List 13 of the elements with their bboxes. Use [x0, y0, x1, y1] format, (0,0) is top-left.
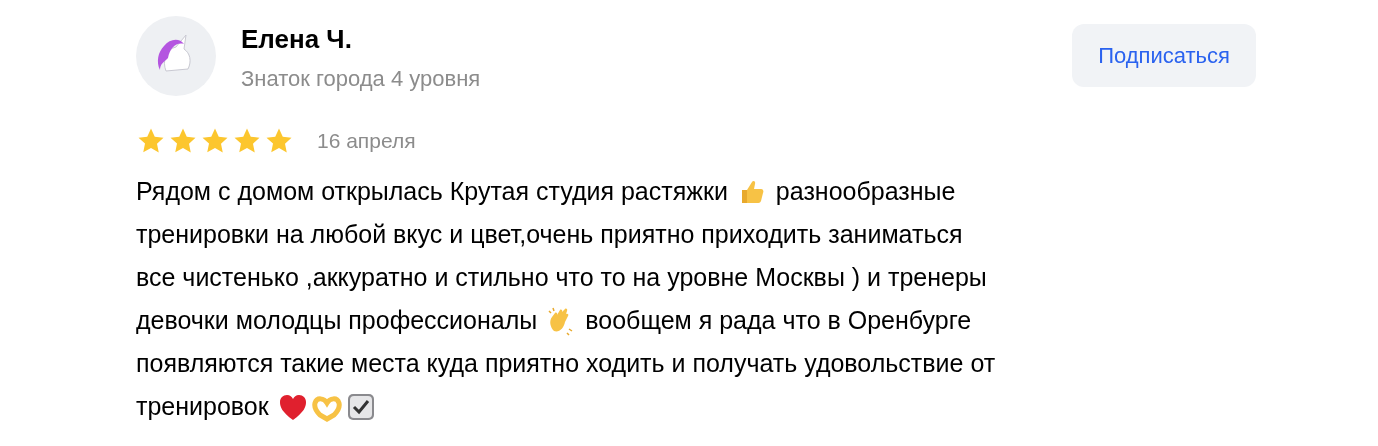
- avatar-icon: [136, 16, 216, 96]
- review-date: 16 апреля: [317, 129, 416, 153]
- review-text: тренировки на любой вкус и цвет,очень приятно приходить заниматься: [136, 219, 963, 250]
- review-text: Рядом с домом открылась Крутая студия растяжки: [136, 176, 728, 207]
- review-text: вообщем я рада что в Оренбурге: [585, 305, 972, 336]
- subscribe-button[interactable]: Подписаться: [1072, 24, 1256, 87]
- author-level: Знаток города 4 уровня: [241, 66, 481, 92]
- review-text: все чистенько ,аккуратно и стильно что то на уровне Москвы ) и тренеры: [136, 262, 987, 293]
- review-text: появляются такие места куда приятно ходить и получать удовольствие от: [136, 348, 996, 379]
- review-text: девочки молодцы профессионалы: [136, 305, 538, 336]
- review-text: тренировок: [136, 391, 269, 422]
- review-text: разнообразные: [775, 176, 956, 207]
- author-name: Елена Ч.: [241, 23, 353, 56]
